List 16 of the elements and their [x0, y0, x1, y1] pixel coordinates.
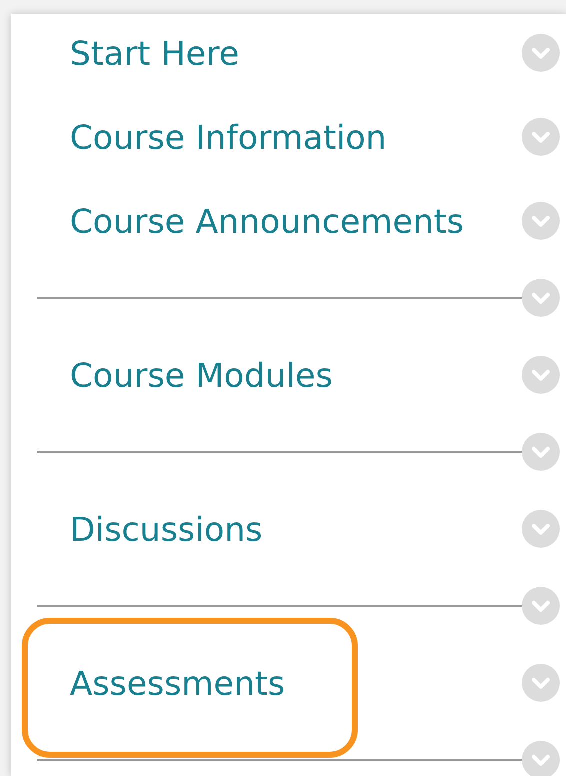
chevron-down-icon[interactable]: [522, 587, 560, 625]
chevron-down-icon[interactable]: [522, 279, 560, 317]
menu-link[interactable]: Course Announcements: [70, 202, 464, 240]
chevron-down-icon[interactable]: [522, 202, 560, 240]
chevron-down-icon[interactable]: [522, 510, 560, 548]
menu-link[interactable]: Course Information: [70, 118, 387, 156]
menu-link[interactable]: Course Modules: [70, 356, 333, 394]
chevron-down-icon[interactable]: [522, 34, 560, 72]
chevron-down-icon[interactable]: [522, 433, 560, 471]
menu-link[interactable]: Start Here: [70, 34, 240, 72]
menu-link[interactable]: Assessments: [70, 664, 286, 702]
menu-link[interactable]: Discussions: [70, 510, 263, 548]
chevron-down-icon[interactable]: [522, 356, 560, 394]
chevron-down-icon[interactable]: [522, 664, 560, 702]
chevron-down-icon[interactable]: [522, 741, 560, 776]
chevron-down-icon[interactable]: [522, 118, 560, 156]
